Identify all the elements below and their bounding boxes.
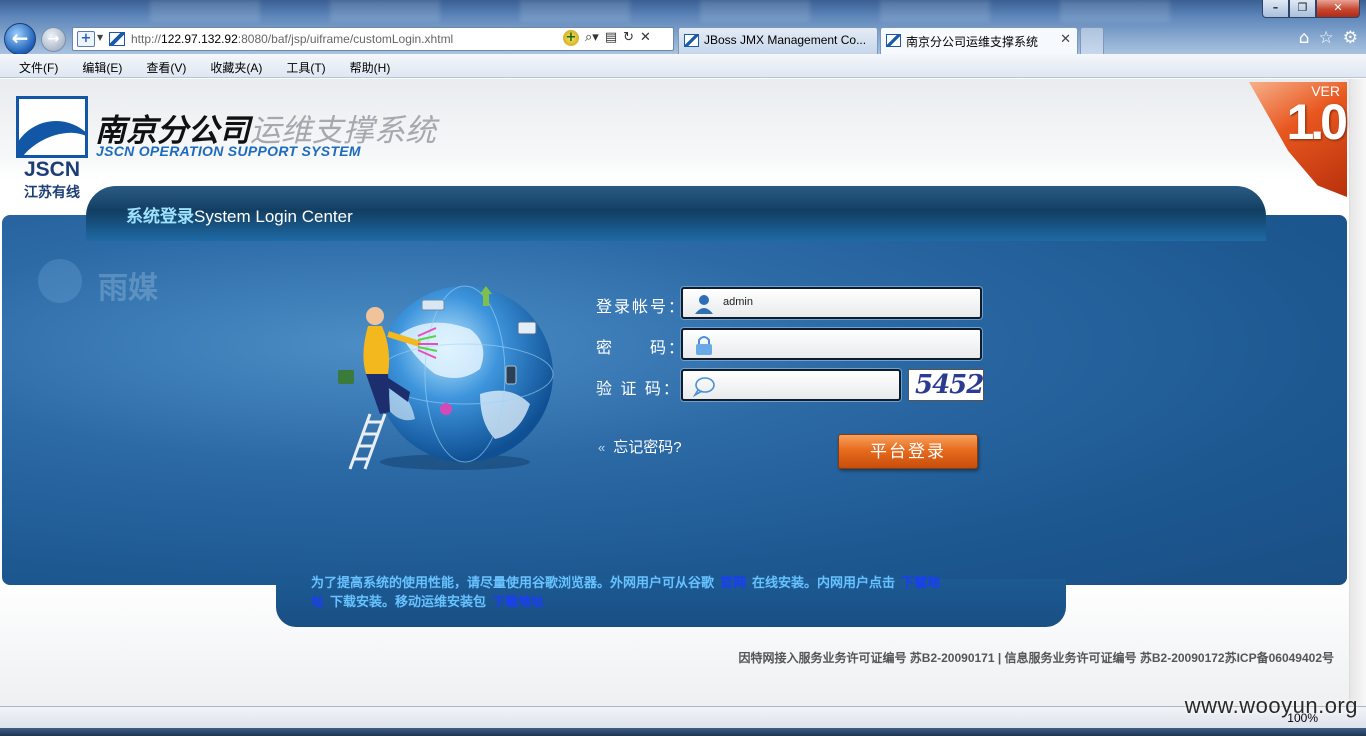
forgot-password-link[interactable]: «忘记密码?	[598, 436, 682, 457]
download-link-mobile[interactable]: 下载地址	[486, 594, 550, 609]
back-button[interactable]: ←	[4, 23, 36, 55]
settings-gear-icon[interactable]: ⚙	[1343, 28, 1358, 48]
tab-favicon-icon	[684, 34, 699, 47]
chevron-down-icon[interactable]: ▼	[97, 33, 103, 42]
lock-icon	[696, 336, 712, 355]
captcha-input[interactable]	[681, 369, 901, 401]
version-number: 1.0	[1286, 94, 1347, 150]
jscn-logo: JSCN 江苏有线	[16, 96, 88, 200]
account-value: admin	[723, 296, 753, 308]
site-subtitle: JSCN OPERATION SUPPORT SYSTEM	[96, 143, 361, 159]
globe-illustration	[338, 285, 554, 470]
account-label: 登录帐号：	[596, 299, 687, 316]
tab-label: JBoss JMX Management Co...	[704, 33, 867, 47]
close-window-button[interactable]: ✕	[1316, 0, 1360, 18]
menu-tools[interactable]: 工具(T)	[276, 59, 325, 76]
page-icon[interactable]: ▤	[605, 30, 617, 46]
watermark-logo: 雨媒	[38, 259, 188, 305]
captcha-image[interactable]: 5452	[908, 369, 984, 401]
home-icon[interactable]: ⌂	[1299, 28, 1310, 48]
address-bar[interactable]: + ▼ http://122.97.132.92:8080/baf/jsp/ui…	[72, 27, 674, 51]
search-icon[interactable]: ⌕▾	[585, 30, 599, 46]
window-controls: – ❐ ✕	[1262, 0, 1360, 18]
login-panel	[2, 215, 1347, 585]
password-label: 密 码：	[596, 340, 687, 357]
tab-login-active[interactable]: 南京分公司运维支撑系统 ✕	[880, 27, 1078, 54]
favorites-star-icon[interactable]: ☆	[1319, 28, 1334, 48]
address-url[interactable]: http://122.97.132.92:8080/baf/jsp/uifram…	[131, 32, 453, 46]
menu-bar: 文件(F) 编辑(E) 查看(V) 收藏夹(A) 工具(T) 帮助(H)	[0, 54, 1366, 78]
logo-text: JSCN	[23, 158, 81, 181]
menu-file[interactable]: 文件(F)	[9, 59, 58, 76]
arrow-right-icon: →	[47, 31, 60, 47]
refresh-icon[interactable]: ↻	[623, 30, 634, 46]
close-tab-icon[interactable]: ✕	[1060, 32, 1071, 47]
double-chevron-left-icon: «	[598, 440, 606, 455]
menu-help[interactable]: 帮助(H)	[340, 59, 391, 76]
browser-right-tools: ⌂ ☆ ⚙	[1299, 28, 1358, 48]
account-input[interactable]: admin	[681, 287, 982, 319]
banner-title: 系统登录System Login Center	[126, 207, 353, 226]
captcha-label: 验 证 码：	[596, 381, 681, 398]
vertical-scrollbar[interactable]	[1349, 79, 1366, 706]
tab-jboss[interactable]: JBoss JMX Management Co...	[678, 27, 878, 54]
official-site-link[interactable]: 官网	[714, 575, 752, 590]
maximize-button[interactable]: ❐	[1289, 0, 1316, 18]
menu-view[interactable]: 查看(V)	[136, 59, 186, 76]
minimize-button[interactable]: –	[1262, 0, 1289, 18]
tab-favicon-icon	[886, 34, 901, 47]
site-identity-icon[interactable]: +	[77, 31, 95, 47]
menu-favorites[interactable]: 收藏夹(A)	[200, 59, 262, 76]
new-tab-button[interactable]	[1080, 27, 1104, 54]
browser-notice: 为了提高系统的使用性能，请尽量使用谷歌浏览器。外网用户可从谷歌 官网 在线安装。内网…	[311, 575, 941, 609]
page-favicon-icon	[109, 32, 125, 46]
compatibility-view-icon[interactable]: +	[563, 30, 579, 46]
arrow-left-icon: ←	[11, 26, 29, 50]
play-circle-icon	[38, 259, 82, 303]
stop-icon[interactable]: ✕	[640, 30, 651, 46]
login-button[interactable]: 平台登录	[838, 434, 978, 469]
page-viewport: JSCN 江苏有线 南京分公司运维支撑系统 JSCN OPERATION SUP…	[0, 79, 1366, 706]
password-input[interactable]	[681, 328, 982, 360]
forward-button[interactable]: →	[41, 27, 66, 52]
license-text: 因特网接入服务业务许可证编号 苏B2-20090171 | 信息服务业务许可证编…	[738, 651, 1334, 665]
address-tools: + ⌕▾ ▤ ↻ ✕	[563, 30, 651, 46]
os-taskbar	[0, 728, 1366, 736]
site-watermark: www.wooyun.org	[1184, 693, 1358, 718]
tab-label: 南京分公司运维支撑系统	[906, 35, 1039, 49]
speech-bubble-icon	[693, 377, 715, 397]
logo-subtext: 江苏有线	[24, 184, 80, 200]
status-bar: 100% www.wooyun.org	[0, 693, 1366, 728]
menu-edit[interactable]: 编辑(E)	[72, 59, 122, 76]
user-icon	[695, 295, 713, 314]
